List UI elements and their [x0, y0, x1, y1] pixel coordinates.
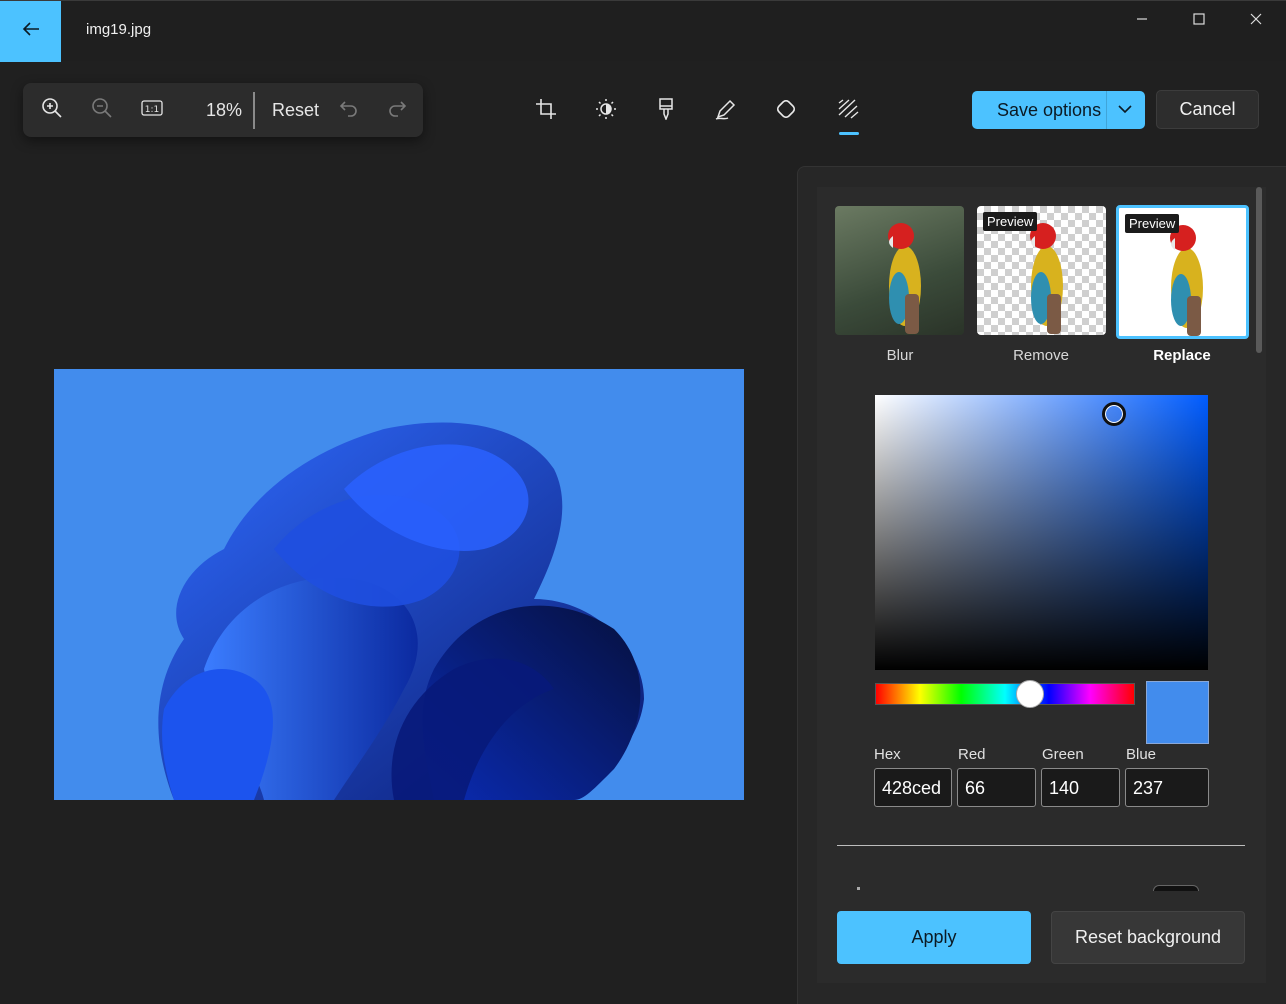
zoom-out-icon — [91, 97, 113, 124]
zoom-toolbar: 1:1 18% Reset — [23, 83, 423, 137]
replace-option-thumbnail[interactable]: Preview — [1116, 205, 1249, 339]
zoom-out-button[interactable] — [85, 93, 119, 127]
active-tool-indicator — [839, 132, 859, 135]
replace-option-label[interactable]: Replace — [1117, 347, 1247, 364]
markup-tool-button[interactable] — [708, 93, 744, 129]
filter-brush-icon — [656, 97, 676, 125]
green-input[interactable]: 140 — [1041, 768, 1120, 807]
crop-icon — [535, 98, 557, 125]
panel-scrollbar[interactable] — [1256, 187, 1262, 353]
back-arrow-icon — [22, 21, 40, 42]
actual-size-icon: 1:1 — [141, 99, 163, 121]
filter-tool-button[interactable] — [648, 93, 684, 129]
save-options-label: Save options — [997, 100, 1102, 120]
cancel-button[interactable]: Cancel — [1156, 90, 1259, 129]
save-options-button[interactable]: Save options — [972, 91, 1145, 129]
clipped-label — [857, 887, 860, 890]
redo-icon — [387, 98, 407, 123]
blur-option-thumbnail[interactable] — [835, 206, 964, 335]
actual-size-button[interactable]: 1:1 — [135, 93, 169, 127]
remove-option-label[interactable]: Remove — [976, 347, 1106, 364]
bloom-artwork — [158, 422, 644, 800]
hex-input[interactable]: 428ced — [874, 768, 952, 807]
redo-button[interactable] — [380, 93, 414, 127]
image-canvas[interactable] — [54, 369, 744, 800]
background-tool-button[interactable] — [830, 93, 866, 129]
chevron-down-icon[interactable] — [1117, 101, 1133, 122]
minimize-icon — [1136, 12, 1148, 30]
adjust-tool-button[interactable] — [588, 93, 624, 129]
retouch-tool-button[interactable] — [768, 93, 804, 129]
apply-button[interactable]: Apply — [837, 911, 1031, 964]
red-label: Red — [958, 746, 986, 763]
selected-color-swatch — [1146, 681, 1209, 744]
hue-slider-thumb[interactable] — [1016, 680, 1044, 708]
reset-zoom-button[interactable]: Reset — [272, 100, 319, 121]
close-button[interactable] — [1233, 7, 1279, 35]
brightness-icon — [595, 98, 617, 125]
back-button[interactable] — [0, 1, 61, 62]
remove-option-thumbnail[interactable]: Preview — [977, 206, 1106, 335]
zoom-in-icon — [41, 97, 63, 124]
window-title: img19.jpg — [86, 21, 152, 38]
color-spectrum[interactable] — [875, 395, 1208, 670]
maximize-icon — [1193, 12, 1205, 30]
minimize-button[interactable] — [1119, 7, 1165, 35]
save-split-divider — [1106, 91, 1107, 129]
preview-badge: Preview — [1125, 214, 1180, 233]
zoom-in-button[interactable] — [35, 93, 69, 127]
blur-option-label[interactable]: Blur — [835, 347, 965, 364]
green-label: Green — [1042, 746, 1084, 763]
preview-badge: Preview — [983, 212, 1038, 231]
red-input[interactable]: 66 — [957, 768, 1036, 807]
background-icon — [837, 98, 859, 124]
crop-tool-button[interactable] — [528, 93, 564, 129]
hex-label: Hex — [874, 746, 901, 763]
close-icon — [1250, 12, 1262, 30]
color-spectrum-selector[interactable] — [1102, 402, 1126, 426]
maximize-button[interactable] — [1176, 7, 1222, 35]
title-bar: img19.jpg — [0, 0, 1286, 62]
blue-input[interactable]: 237 — [1125, 768, 1209, 807]
undo-button[interactable] — [332, 93, 366, 127]
undo-icon — [339, 98, 359, 123]
reset-background-button[interactable]: Reset background — [1051, 911, 1245, 964]
retouch-icon — [775, 98, 797, 125]
zoom-percentage[interactable]: 18% — [206, 100, 242, 121]
markup-pen-icon — [715, 98, 737, 125]
clipped-toggle[interactable] — [1153, 885, 1199, 891]
parrot-image — [888, 223, 921, 334]
zoom-divider — [253, 92, 255, 129]
blue-label: Blue — [1126, 746, 1157, 763]
panel-divider — [837, 845, 1245, 846]
hue-slider[interactable] — [875, 683, 1135, 705]
svg-text:1:1: 1:1 — [145, 105, 159, 115]
